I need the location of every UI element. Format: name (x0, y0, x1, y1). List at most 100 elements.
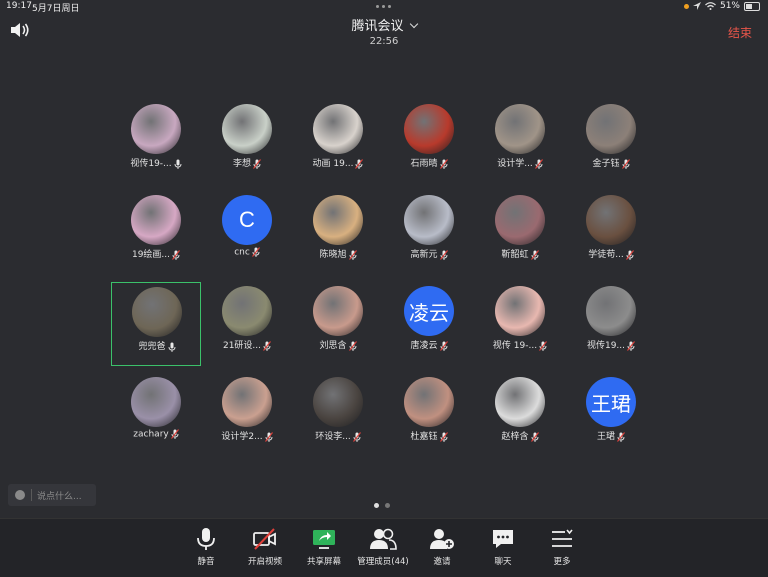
participant-name-row: 杜嘉钰 (384, 429, 474, 442)
more-button[interactable]: 更多 (527, 527, 597, 567)
microphone-muted-icon (530, 249, 539, 260)
participant-name: 赵梓含 (501, 432, 529, 442)
participant-tile[interactable]: 学徒苟... (566, 191, 656, 275)
participant-avatar[interactable] (313, 286, 363, 336)
participant-avatar[interactable] (495, 104, 545, 154)
participant-name-row: 视传19... (566, 338, 656, 351)
microphone-muted-icon (617, 431, 625, 442)
meeting-title-group[interactable]: 腾讯会议 22:56 (0, 15, 768, 47)
participant-avatar[interactable] (222, 286, 272, 336)
participant-name: 高新元 (410, 250, 438, 260)
emoji-icon[interactable] (15, 490, 25, 500)
participant-tile[interactable]: 19绘画... (111, 191, 201, 275)
participant-avatar[interactable]: C (222, 195, 272, 245)
participant-tile[interactable]: 设计学2... (202, 373, 292, 457)
more-label: 更多 (553, 557, 571, 567)
participant-avatar[interactable] (131, 104, 181, 154)
participant-avatar[interactable] (495, 195, 545, 245)
microphone-on-icon (174, 159, 182, 169)
participant-name-row: 19绘画... (111, 247, 201, 260)
participant-name-row: 设计学2... (202, 429, 292, 442)
participant-tile[interactable]: 赵梓含 (475, 373, 565, 457)
participant-avatar[interactable] (313, 195, 363, 245)
window-grabber[interactable] (376, 5, 391, 8)
participant-avatar[interactable] (404, 377, 454, 427)
participant-tile[interactable]: 视传19... (566, 282, 656, 366)
microphone-muted-icon (534, 158, 543, 169)
page-indicator[interactable] (374, 503, 390, 508)
participant-avatar[interactable]: 凌云 (404, 286, 454, 336)
microphone-muted-icon (348, 249, 357, 260)
participant-tile[interactable]: zachary (111, 373, 201, 457)
invite-label: 邀请 (433, 557, 451, 567)
microphone-muted-icon (253, 158, 261, 169)
participant-name: 杜嘉钰 (410, 432, 438, 442)
participant-avatar[interactable] (586, 104, 636, 154)
chat-input-box[interactable]: 说点什么... (8, 484, 96, 506)
participant-tile[interactable]: 视传 19-... (475, 282, 565, 366)
participant-avatar[interactable] (222, 104, 272, 154)
participant-tile[interactable]: 环设李... (293, 373, 383, 457)
microphone-muted-icon (530, 431, 539, 442)
meeting-timer: 22:56 (369, 36, 399, 47)
microphone-muted-icon (170, 429, 179, 439)
participant-tile[interactable]: 视传19-... (111, 100, 201, 184)
participant-avatar[interactable] (131, 195, 181, 245)
page-dot-active[interactable] (374, 503, 379, 508)
participant-avatar[interactable] (313, 377, 363, 427)
participant-tile[interactable]: 兜兜爸 (111, 282, 201, 366)
participant-tile[interactable]: 刘思含 (293, 282, 383, 366)
participant-name: 动画 19... (312, 159, 354, 169)
invite-icon (430, 529, 454, 549)
microphone-icon (197, 528, 215, 550)
participant-avatar[interactable]: 王珺 (586, 377, 636, 427)
participant-tile[interactable]: 设计学... (475, 100, 565, 184)
participant-avatar[interactable] (404, 195, 454, 245)
participant-name: 刘思含 (319, 341, 347, 351)
participant-name: 唐凌云 (410, 341, 438, 351)
participant-name: cnc (234, 247, 250, 258)
participant-tile[interactable]: 杜嘉钰 (384, 373, 474, 457)
participant-name-row: 视传 19-... (475, 338, 565, 351)
invite-button[interactable]: 邀请 (407, 527, 477, 567)
end-meeting-button[interactable]: 结束 (728, 24, 752, 41)
participant-avatar[interactable] (586, 195, 636, 245)
participant-name-row: 环设李... (293, 429, 383, 442)
location-arrow-icon (692, 2, 701, 10)
microphone-muted-icon (625, 249, 634, 260)
status-date: 5月7日周日 (32, 4, 80, 14)
participant-tile[interactable]: 王珺 王珺 (566, 373, 656, 457)
participant-avatar[interactable] (132, 287, 182, 337)
participant-avatar[interactable] (495, 286, 545, 336)
participant-tile[interactable]: Ccnc (202, 191, 292, 275)
participant-avatar[interactable] (404, 104, 454, 154)
participant-name-row: 高新元 (384, 247, 474, 260)
participant-tile[interactable]: 李想 (202, 100, 292, 184)
participant-name-row: 21研设... (202, 338, 292, 351)
participant-tile[interactable]: 21研设... (202, 282, 292, 366)
page-dot[interactable] (385, 503, 390, 508)
participant-name-row: 设计学... (475, 156, 565, 169)
participant-tile[interactable]: 金子钰 (566, 100, 656, 184)
participant-avatar[interactable] (313, 104, 363, 154)
status-bar: 19:17 5月7日周日 51% (0, 0, 768, 14)
participant-avatar[interactable] (495, 377, 545, 427)
participant-avatar[interactable] (586, 286, 636, 336)
microphone-muted-icon (439, 158, 448, 169)
participant-tile[interactable]: 陈晓旭 (293, 191, 383, 275)
participant-tile[interactable]: 石雨晴 (384, 100, 474, 184)
participant-tile[interactable]: 高新元 (384, 191, 474, 275)
microphone-muted-icon (621, 158, 630, 169)
participant-avatar[interactable] (131, 377, 181, 427)
participant-tile[interactable]: 动画 19... (293, 100, 383, 184)
participant-tile[interactable]: 凌云唐凌云 (384, 282, 474, 366)
chat-placeholder[interactable]: 说点什么... (37, 489, 82, 502)
microphone-muted-icon (439, 249, 448, 260)
participant-tile[interactable]: 靳韶虹 (475, 191, 565, 275)
participant-name: 设计学... (497, 159, 533, 169)
participant-avatar[interactable] (222, 377, 272, 427)
meeting-title[interactable]: 腾讯会议 (351, 19, 403, 34)
microphone-muted-icon (251, 247, 260, 257)
video-off-icon (253, 528, 276, 550)
wifi-icon (705, 2, 716, 10)
